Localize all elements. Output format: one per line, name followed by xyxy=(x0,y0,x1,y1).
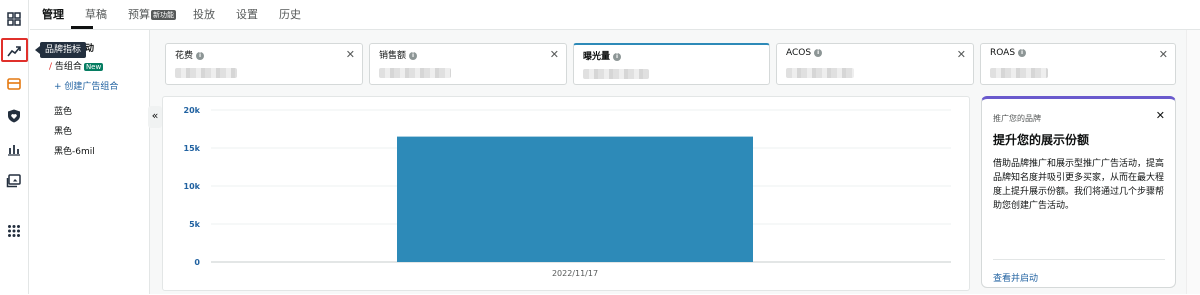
bar-chart-icon[interactable] xyxy=(6,141,22,157)
shield-heart-icon[interactable] xyxy=(6,108,22,124)
metric-label: 销售额 i xyxy=(379,48,418,61)
media-icon[interactable] xyxy=(6,173,22,189)
subnav-portfolio[interactable]: / 告组合 New xyxy=(49,59,104,72)
promo-eyebrow: 推广您的品牌 xyxy=(993,114,1041,123)
promo-divider xyxy=(993,259,1165,260)
y-tick-label: 10k xyxy=(184,182,201,191)
tab-budget[interactable]: 预算 新功能 xyxy=(128,6,176,22)
portfolio-item[interactable]: 黑色 xyxy=(54,124,72,137)
sub-sidebar: 活动 / 告组合New + 创建广告组合 蓝色 黑色 黑色-6mil xyxy=(30,30,150,294)
info-icon: i xyxy=(613,52,622,61)
subnav-portfolio-marker: / xyxy=(49,62,53,72)
info-icon: i xyxy=(814,48,823,57)
portfolio-item[interactable]: 蓝色 xyxy=(54,104,72,117)
blurred-value xyxy=(175,68,237,78)
x-tick-label: 2022/11/17 xyxy=(552,269,598,278)
info-icon: i xyxy=(196,51,205,60)
tab-drafts[interactable]: 草稿 xyxy=(85,6,107,22)
rail-highlight-box xyxy=(1,38,28,62)
y-tick-label: 15k xyxy=(184,144,201,153)
collapse-sidebar-button[interactable]: « xyxy=(148,106,162,128)
metric-card-roas[interactable]: ROAS i ✕ xyxy=(980,43,1176,85)
active-tab-underline xyxy=(71,26,93,29)
top-tabs: 管理 草稿 预算 新功能 投放 设置 历史 xyxy=(30,0,1200,30)
info-icon: i xyxy=(409,51,418,60)
metric-label-text: ACOS xyxy=(786,48,812,58)
blurred-value xyxy=(583,69,649,79)
tab-history[interactable]: 历史 xyxy=(279,6,301,22)
budget-chip: 新功能 xyxy=(151,10,176,20)
promo-body: 借助品牌推广和展示型推广广告活动，提高品牌知名度并吸引更多买家，从而在最大程度上… xyxy=(993,159,1165,211)
tab-budget-label: 预算 xyxy=(128,8,150,21)
bar xyxy=(397,136,753,262)
metric-label: ACOS i xyxy=(786,48,823,58)
blurred-value xyxy=(786,68,854,78)
card-icon[interactable] xyxy=(6,76,22,92)
close-icon[interactable]: ✕ xyxy=(1159,48,1168,61)
new-badge: New xyxy=(83,62,104,71)
close-icon[interactable]: ✕ xyxy=(346,48,355,61)
tab-settings[interactable]: 设置 xyxy=(236,6,258,22)
review-and-launch-link[interactable]: 查看并启动 xyxy=(993,271,1038,284)
metric-card-acos[interactable]: ACOS i ✕ xyxy=(776,43,974,85)
y-tick-label: 5k xyxy=(189,220,201,229)
promo-title: 提升您的展示份额 xyxy=(993,133,1090,147)
y-tick-label: 20k xyxy=(184,106,201,115)
blurred-value xyxy=(990,68,1048,78)
blurred-value xyxy=(379,68,451,78)
metric-label: ROAS i xyxy=(990,48,1027,58)
metric-label-text: ROAS xyxy=(990,48,1016,58)
metric-card-spend[interactable]: 花费 i ✕ xyxy=(165,43,363,85)
chart-card: 0 5k 10k 15k 20k 2022/11/17 xyxy=(162,96,970,291)
vertical-scrollbar[interactable] xyxy=(1186,30,1200,294)
tab-placements[interactable]: 投放 xyxy=(193,6,215,22)
close-icon[interactable]: ✕ xyxy=(1156,109,1165,122)
metric-label-text: 销售额 xyxy=(379,51,407,61)
dashboard-grid-icon[interactable] xyxy=(6,11,22,27)
info-icon: i xyxy=(1018,48,1027,57)
apps-grid-icon[interactable] xyxy=(6,223,22,239)
metric-card-impressions[interactable]: 曝光量 i xyxy=(573,43,770,85)
subnav-portfolio-label: 告组合 xyxy=(54,62,82,72)
y-tick-label: 0 xyxy=(194,258,200,267)
metric-label-text: 曝光量 xyxy=(583,52,611,62)
metric-label: 花费 i xyxy=(175,48,205,61)
rail-tooltip: 品牌指标 xyxy=(34,42,87,58)
close-icon[interactable]: ✕ xyxy=(957,48,966,61)
tab-manage[interactable]: 管理 xyxy=(42,6,64,22)
metric-label-text: 花费 xyxy=(175,51,194,61)
close-icon[interactable]: ✕ xyxy=(550,48,559,61)
metric-label: 曝光量 i xyxy=(583,49,622,62)
portfolio-item[interactable]: 黑色-6mil xyxy=(54,144,95,157)
metric-card-sales[interactable]: 销售额 i ✕ xyxy=(369,43,567,85)
create-portfolio-link[interactable]: + 创建广告组合 xyxy=(54,79,118,92)
promo-card: 推广您的品牌 ✕ 提升您的展示份额 借助品牌推广和展示型推广广告活动，提高品牌知… xyxy=(981,96,1176,288)
bar-chart: 0 5k 10k 15k 20k 2022/11/17 xyxy=(184,106,951,278)
